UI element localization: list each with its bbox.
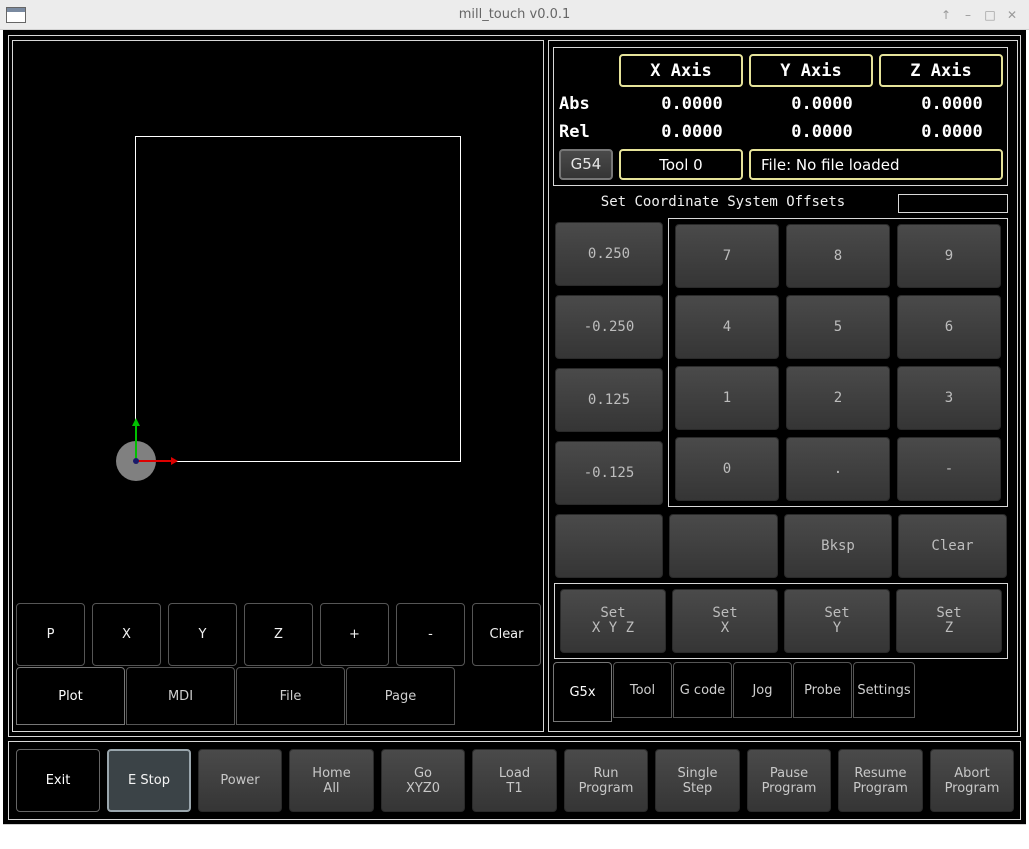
exit-button[interactable]: Exit: [16, 749, 100, 812]
tab-probe[interactable]: Probe: [793, 662, 852, 718]
keypad-minus-button[interactable]: -: [897, 437, 1001, 501]
tab-settings[interactable]: Settings: [853, 662, 915, 718]
rel-y-value: 0.0000: [791, 122, 853, 142]
keypad-6-button[interactable]: 6: [897, 295, 1001, 359]
offsets-title: Set Coordinate System Offsets: [600, 194, 846, 210]
x-axis-arrow: [171, 457, 178, 465]
pause-program-button[interactable]: Pause Program: [747, 749, 831, 812]
blank-button-2[interactable]: [669, 514, 778, 578]
tab-gcode[interactable]: G code: [673, 662, 732, 718]
tab-mdi[interactable]: MDI: [126, 667, 235, 725]
view-y-button[interactable]: Y: [168, 603, 237, 666]
close-icon[interactable]: ✕: [1004, 6, 1020, 24]
estop-button[interactable]: E Stop: [107, 749, 191, 812]
abort-program-button[interactable]: Abort Program: [930, 749, 1014, 812]
abs-z-value: 0.0000: [921, 94, 983, 114]
status-bar: [3, 824, 1026, 849]
keypad-0-button[interactable]: 0: [675, 437, 779, 501]
preset-neg0250-button[interactable]: -0.250: [555, 295, 663, 359]
x-axis-header[interactable]: X Axis: [619, 54, 743, 87]
keypad-3-button[interactable]: 3: [897, 366, 1001, 430]
file-display: File: No file loaded: [749, 149, 1003, 180]
minimize-icon[interactable]: –: [960, 6, 976, 24]
go-xyz0-button[interactable]: Go XYZ0: [381, 749, 465, 812]
rel-x-value: 0.0000: [661, 122, 723, 142]
keypad-1-button[interactable]: 1: [675, 366, 779, 430]
keypad-2-button[interactable]: 2: [786, 366, 890, 430]
preset-0125-button[interactable]: 0.125: [555, 368, 663, 432]
zoom-out-button[interactable]: -: [396, 603, 465, 666]
keep-above-icon[interactable]: ↑: [938, 6, 954, 24]
y-axis-header[interactable]: Y Axis: [749, 54, 873, 87]
rel-label: Rel: [559, 122, 590, 142]
origin-dot: [133, 458, 139, 464]
keypad-9-button[interactable]: 9: [897, 224, 1001, 288]
clear-entry-button[interactable]: Clear: [898, 514, 1007, 578]
preset-0250-button[interactable]: 0.250: [555, 222, 663, 286]
keypad-4-button[interactable]: 4: [675, 295, 779, 359]
single-step-button[interactable]: Single Step: [655, 749, 740, 812]
work-envelope: [135, 136, 461, 462]
window-title: mill_touch v0.0.1: [458, 7, 571, 22]
rel-z-value: 0.0000: [921, 122, 983, 142]
tab-page[interactable]: Page: [346, 667, 455, 725]
keypad-8-button[interactable]: 8: [786, 224, 890, 288]
tab-jog[interactable]: Jog: [733, 662, 792, 718]
abs-label: Abs: [559, 94, 590, 114]
set-z-button[interactable]: Set Z: [896, 589, 1002, 653]
y-axis-arrow: [132, 418, 140, 426]
view-p-button[interactable]: P: [16, 603, 85, 666]
run-program-button[interactable]: Run Program: [564, 749, 648, 812]
resume-program-button[interactable]: Resume Program: [838, 749, 923, 812]
view-x-button[interactable]: X: [92, 603, 161, 666]
keypad-7-button[interactable]: 7: [675, 224, 779, 288]
clear-plot-button[interactable]: Clear: [472, 603, 541, 666]
set-xyz-button[interactable]: Set X Y Z: [560, 589, 666, 653]
abs-y-value: 0.0000: [791, 94, 853, 114]
tab-g5x[interactable]: G5x: [553, 662, 612, 722]
tab-tool[interactable]: Tool: [613, 662, 672, 718]
keypad-5-button[interactable]: 5: [786, 295, 890, 359]
home-all-button[interactable]: Home All: [289, 749, 374, 812]
zoom-in-button[interactable]: +: [320, 603, 389, 666]
offset-entry[interactable]: [898, 194, 1008, 213]
keypad-decimal-button[interactable]: .: [786, 437, 890, 501]
load-t1-button[interactable]: Load T1: [472, 749, 557, 812]
backspace-button[interactable]: Bksp: [784, 514, 892, 578]
set-y-button[interactable]: Set Y: [784, 589, 890, 653]
tab-file[interactable]: File: [236, 667, 345, 725]
window-title-bar[interactable]: mill_touch v0.0.1 ↑ – □ ✕: [0, 0, 1029, 30]
maximize-icon[interactable]: □: [982, 6, 998, 24]
tool-display: Tool 0: [619, 149, 743, 180]
tab-plot[interactable]: Plot: [16, 667, 125, 725]
z-axis-header[interactable]: Z Axis: [879, 54, 1003, 87]
power-button[interactable]: Power: [198, 749, 282, 812]
toolpath-plot[interactable]: [13, 41, 543, 596]
abs-x-value: 0.0000: [661, 94, 723, 114]
view-z-button[interactable]: Z: [244, 603, 313, 666]
blank-button-1[interactable]: [555, 514, 663, 578]
preset-neg0125-button[interactable]: -0.125: [555, 441, 663, 505]
set-x-button[interactable]: Set X: [672, 589, 778, 653]
coord-system-button[interactable]: G54: [559, 149, 613, 180]
